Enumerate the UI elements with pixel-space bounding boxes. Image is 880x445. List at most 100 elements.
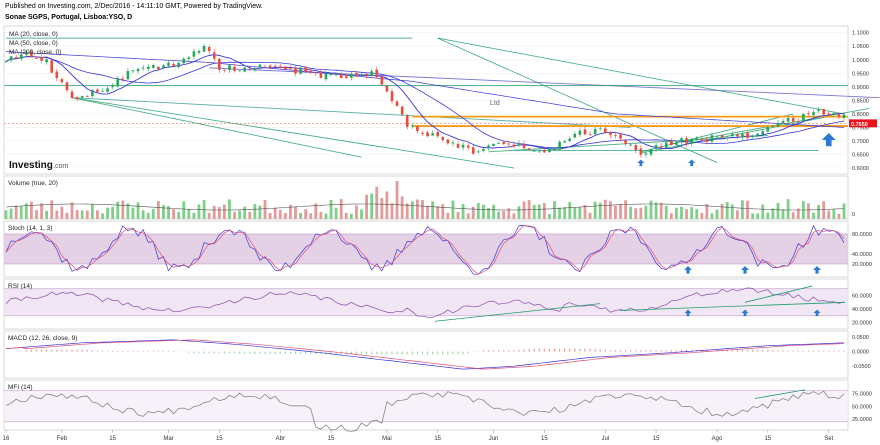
candle-body [192, 51, 196, 57]
candle-body [593, 129, 597, 135]
candle-body [517, 143, 521, 146]
candle-body [791, 117, 795, 122]
volume-bar [85, 210, 89, 219]
volume-bar [19, 206, 23, 219]
candle-body [624, 140, 627, 145]
volume-bar [822, 201, 826, 219]
volume-bar [619, 204, 622, 219]
volume-bar [156, 201, 160, 219]
volume-bar [187, 209, 191, 219]
candle-body [65, 82, 69, 91]
volume-bar [700, 212, 704, 219]
volume-bar [461, 204, 465, 219]
candle-body [405, 115, 409, 127]
candle-body [9, 56, 13, 61]
volume-bar [233, 211, 236, 219]
volume-bar [410, 201, 414, 219]
candle-body [182, 58, 186, 64]
candle-body [512, 144, 516, 147]
candle-body [766, 127, 770, 132]
volume-bar [268, 213, 272, 219]
volume-bar [106, 207, 109, 219]
candle-body [385, 85, 389, 92]
volume-bar [441, 204, 445, 219]
candle-body [771, 125, 775, 127]
volume-bar [263, 199, 267, 219]
candle-body [151, 65, 155, 68]
candle-body [741, 133, 744, 138]
price-tick-label: 0.8000 [852, 112, 869, 118]
candle-body [111, 84, 114, 87]
volume-bar [812, 212, 815, 219]
candle-body [477, 151, 480, 153]
volume-bar [492, 204, 495, 219]
candle-body [35, 58, 38, 59]
candle-body [609, 132, 612, 136]
candle-body [253, 68, 257, 71]
candle-body [705, 138, 709, 142]
x-axis-label: Jul [601, 436, 609, 442]
rsi-tick-label: 40.0000 [852, 307, 872, 313]
volume-bar [426, 205, 429, 219]
volume-bar [705, 204, 709, 219]
volume-bar [456, 212, 460, 219]
volume-bar [141, 210, 145, 219]
volume-bar [512, 213, 516, 219]
candle-body [456, 143, 460, 148]
candle-body [162, 65, 165, 68]
candle-body [131, 70, 135, 72]
volume-bar [243, 206, 247, 219]
volume-bar [273, 207, 277, 219]
candle-body [680, 138, 683, 142]
candle-body [365, 73, 368, 76]
volume-bar [375, 186, 379, 219]
candle-body [527, 148, 531, 150]
volume-bar [329, 199, 333, 219]
volume-bar [334, 207, 338, 219]
candle-body [751, 135, 754, 137]
volume-bar [29, 201, 33, 219]
candle-body [426, 132, 429, 137]
mfi-band [4, 390, 848, 422]
candle-body [218, 58, 221, 70]
candle-body [136, 69, 140, 72]
ma-legend-entry: MA (50, close, 0) [9, 40, 58, 47]
candle-body [228, 65, 231, 71]
candle-body [730, 134, 734, 137]
candle-body [720, 135, 724, 138]
volume-bar [624, 200, 628, 219]
candle-body [588, 133, 592, 135]
volume-bar [177, 212, 181, 219]
volume-bar [253, 204, 257, 219]
volume-bar [548, 213, 551, 219]
volume-bar [65, 212, 69, 219]
volume-bar [182, 201, 186, 219]
candle-body [319, 72, 323, 78]
candle-body [329, 73, 333, 76]
candle-body [578, 130, 582, 135]
price-tick-label: 0.9000 [852, 85, 869, 91]
candle-body [543, 149, 546, 153]
candle-body [837, 114, 841, 117]
candle-body [299, 67, 302, 74]
candle-body [482, 148, 485, 151]
candle-body [700, 138, 704, 141]
candle-body [80, 96, 84, 98]
volume-bar [675, 207, 678, 219]
investing-logo-suffix: .com [53, 163, 68, 170]
candle-body [243, 67, 247, 72]
volume-bar [360, 209, 363, 219]
candle-body [822, 109, 825, 115]
x-axis-label: 15 [653, 436, 660, 442]
candle-body [70, 91, 74, 98]
volume-bar [45, 210, 49, 219]
candle-body [355, 72, 358, 77]
rsi-tick-label: 20.0000 [852, 321, 872, 327]
volume-bar [608, 201, 612, 219]
volume-bar [116, 201, 120, 219]
volume-bar [151, 209, 155, 219]
candle-body [614, 135, 617, 137]
volume-bar [649, 200, 653, 219]
candle-body [761, 131, 765, 135]
candle-body [60, 79, 64, 83]
